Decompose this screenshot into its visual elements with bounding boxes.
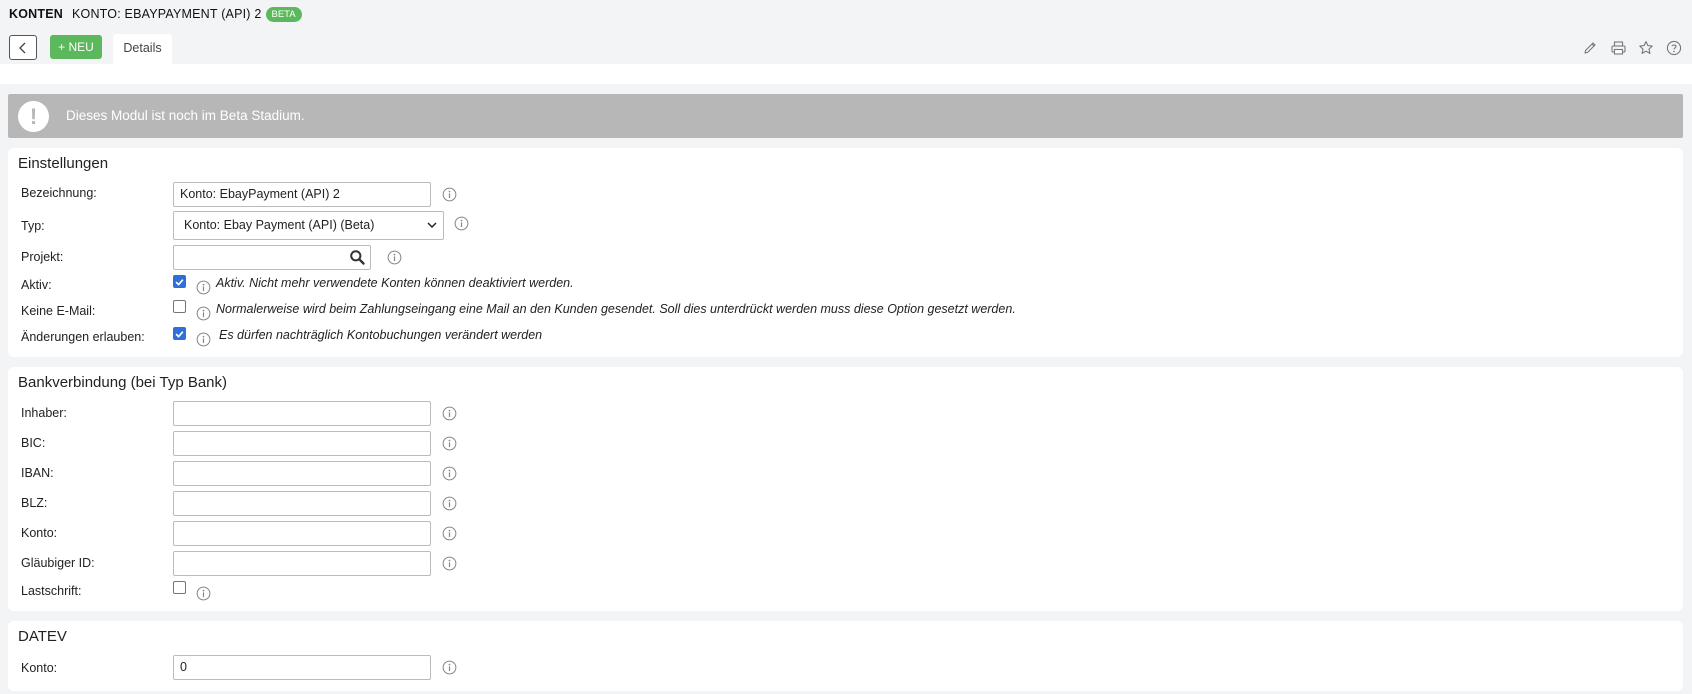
settings-panel: Einstellungen Bezeichnung: Konto: EbayPa… — [8, 148, 1683, 357]
info-icon[interactable] — [196, 280, 211, 295]
info-icon[interactable] — [442, 466, 457, 481]
glaeubiger-input[interactable] — [173, 551, 431, 576]
breadcrumb: KONTEN KONTO: EBAYPAYMENT (API) 2 BETA — [9, 5, 302, 23]
datev-panel: DATEV Konto: 0 — [8, 621, 1683, 691]
datev-konto-input[interactable]: 0 — [173, 655, 431, 680]
beta-badge: BETA — [265, 6, 302, 22]
help-icon[interactable] — [1664, 38, 1684, 58]
lastschrift-checkbox[interactable] — [173, 581, 186, 594]
info-icon[interactable] — [442, 187, 457, 202]
top-bar: KONTEN KONTO: EBAYPAYMENT (API) 2 BETA +… — [0, 0, 1692, 64]
glaeubiger-label: Gläubiger ID: — [21, 556, 95, 570]
star-icon[interactable] — [1636, 38, 1656, 58]
konto-label: Konto: — [21, 526, 58, 540]
aenderungen-label: Änderungen erlauben: — [21, 330, 145, 344]
alert-message: Dieses Modul ist noch im Beta Stadium. — [66, 108, 305, 123]
info-icon[interactable] — [387, 250, 402, 265]
bezeichnung-label: Bezeichnung: — [21, 186, 97, 200]
keine-email-checkbox[interactable] — [173, 300, 186, 313]
checkmark-icon — [174, 277, 185, 288]
bic-label: BIC: — [21, 436, 46, 450]
lastschrift-label: Lastschrift: — [21, 584, 82, 598]
print-icon[interactable] — [1608, 38, 1628, 58]
edit-icon[interactable] — [1580, 38, 1600, 58]
page-title: KONTO: EBAYPAYMENT (API) 2 — [71, 7, 262, 21]
exclamation-icon: ! — [18, 101, 49, 132]
aenderungen-checkbox[interactable] — [173, 327, 186, 340]
konto-input[interactable] — [173, 521, 431, 546]
tab-details[interactable]: Details — [113, 34, 172, 64]
module-name[interactable]: KONTEN — [9, 7, 63, 21]
typ-select-value: Konto: Ebay Payment (API) (Beta) — [184, 218, 375, 232]
aktiv-hint: Aktiv. Nicht mehr verwendete Konten könn… — [216, 276, 574, 290]
bank-panel: Bankverbindung (bei Typ Bank) Inhaber: B… — [8, 367, 1683, 611]
datev-title: DATEV — [18, 628, 67, 645]
typ-label: Typ: — [21, 219, 45, 233]
info-icon[interactable] — [442, 526, 457, 541]
back-button[interactable] — [9, 35, 37, 60]
new-button[interactable]: + NEU — [50, 35, 102, 59]
bank-title: Bankverbindung (bei Typ Bank) — [18, 374, 228, 391]
info-icon[interactable] — [442, 436, 457, 451]
chevron-left-icon — [19, 42, 26, 53]
bezeichnung-input[interactable]: Konto: EbayPayment (API) 2 — [173, 182, 431, 207]
blz-input[interactable] — [173, 491, 431, 516]
inhaber-input[interactable] — [173, 401, 431, 426]
iban-input[interactable] — [173, 461, 431, 486]
bic-input[interactable] — [173, 431, 431, 456]
search-icon[interactable] — [349, 249, 366, 266]
settings-title: Einstellungen — [18, 155, 109, 172]
info-icon[interactable] — [442, 660, 457, 675]
beta-alert: ! Dieses Modul ist noch im Beta Stadium. — [8, 94, 1683, 138]
info-icon[interactable] — [454, 216, 469, 231]
keine-email-label: Keine E-Mail: — [21, 304, 96, 318]
chevron-down-icon — [427, 222, 437, 229]
iban-label: IBAN: — [21, 466, 54, 480]
projekt-search-input[interactable] — [173, 245, 371, 270]
info-icon[interactable] — [442, 496, 457, 511]
content-header-strip — [0, 64, 1692, 84]
aenderungen-hint: Es dürfen nachträglich Kontobuchungen ve… — [219, 328, 543, 342]
info-icon[interactable] — [196, 306, 211, 321]
info-icon[interactable] — [442, 556, 457, 571]
info-icon[interactable] — [442, 406, 457, 421]
typ-select[interactable]: Konto: Ebay Payment (API) (Beta) — [173, 211, 444, 240]
aktiv-label: Aktiv: — [21, 278, 52, 292]
projekt-label: Projekt: — [21, 250, 64, 264]
keine-email-hint: Normalerweise wird beim Zahlungseingang … — [216, 302, 1016, 316]
checkmark-icon — [174, 329, 185, 340]
inhaber-label: Inhaber: — [21, 406, 67, 420]
aktiv-checkbox[interactable] — [173, 275, 186, 288]
blz-label: BLZ: — [21, 496, 48, 510]
info-icon[interactable] — [196, 586, 211, 601]
info-icon[interactable] — [196, 332, 211, 347]
datev-konto-label: Konto: — [21, 661, 58, 675]
